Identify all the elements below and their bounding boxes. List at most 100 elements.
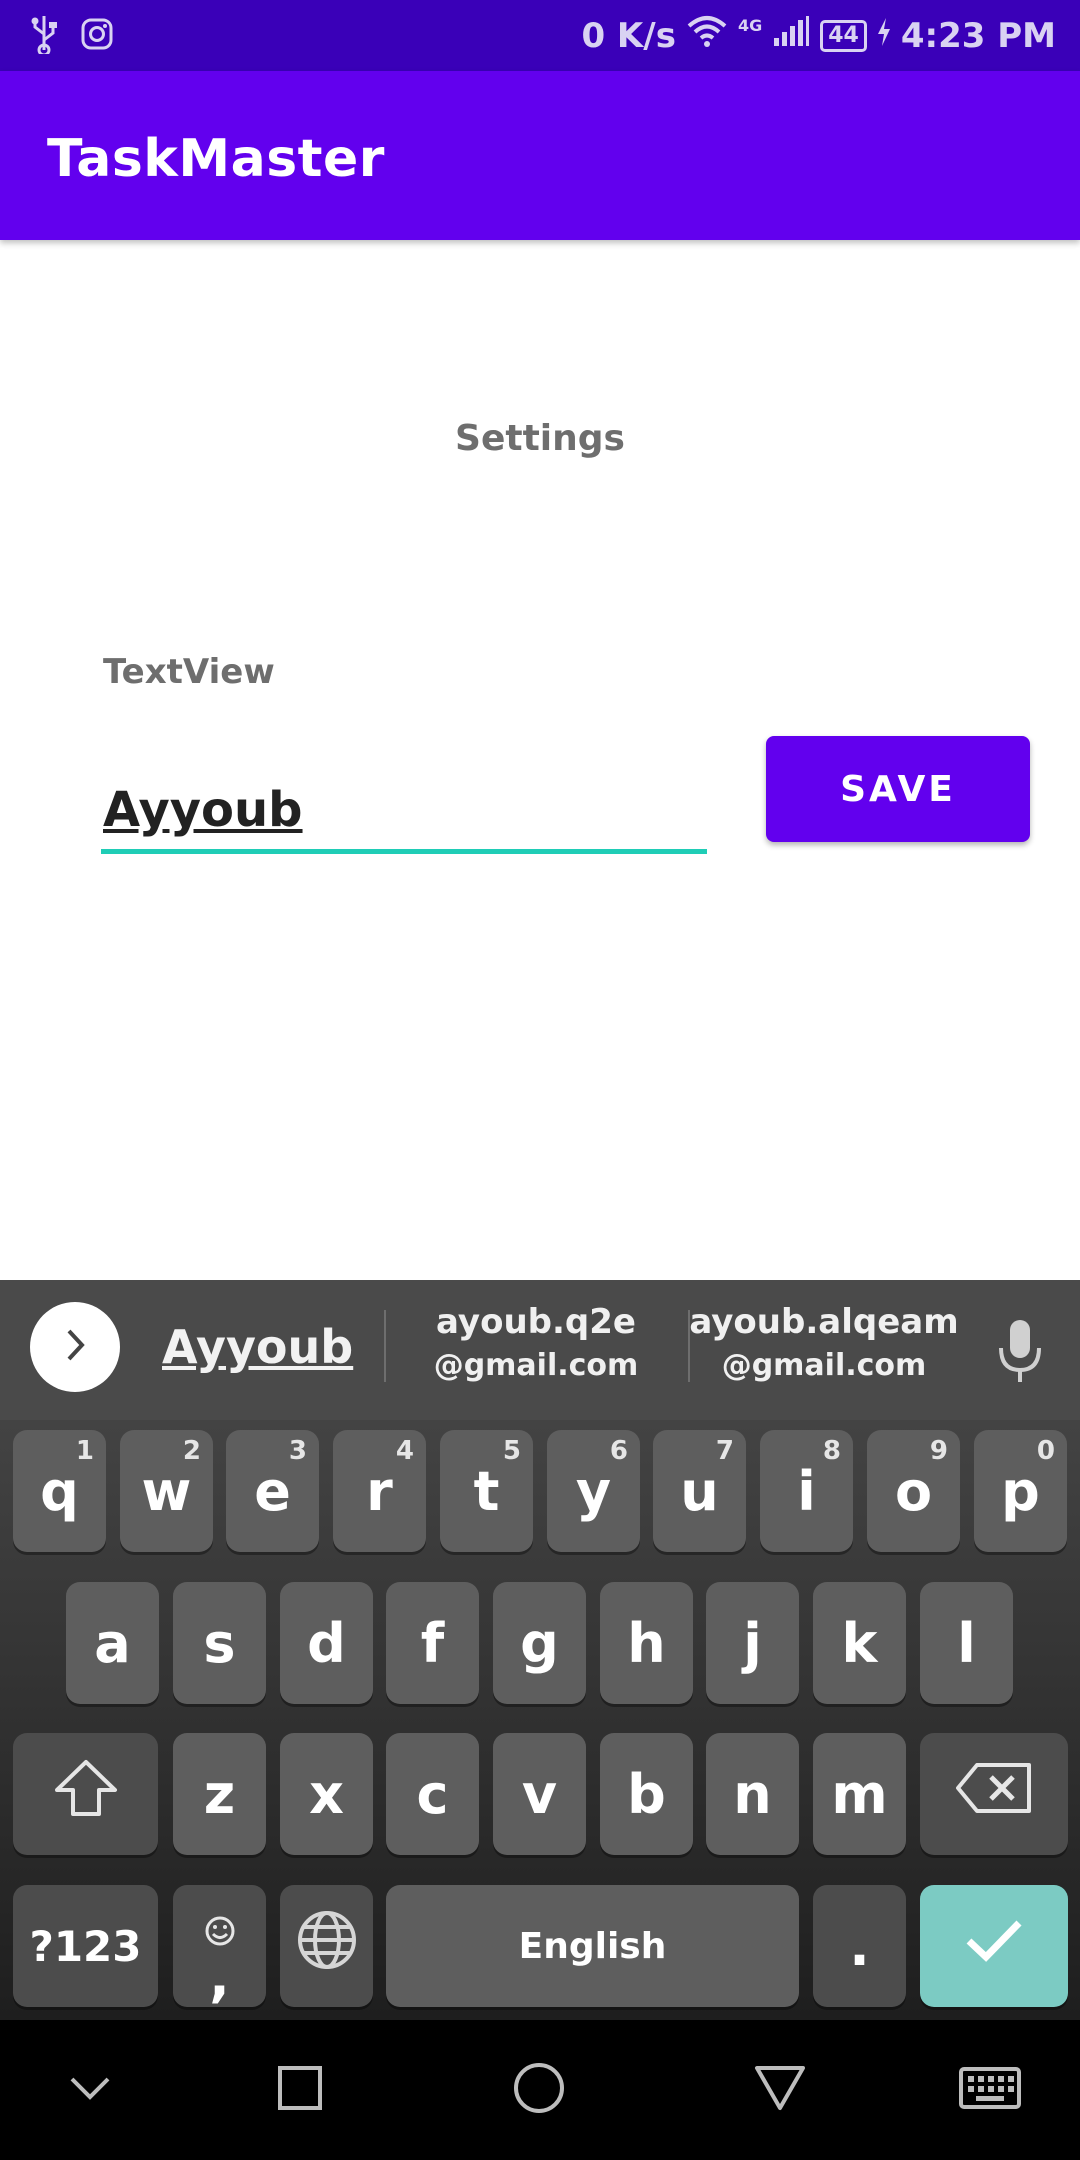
key-g[interactable]: g [493,1582,586,1704]
chevron-right-icon [60,1325,90,1369]
comma-key[interactable]: , [173,1885,266,2007]
period-key[interactable]: . [813,1885,906,2007]
key-v[interactable]: v [493,1733,586,1855]
suggestion-second-line2: @gmail.com [433,1348,639,1383]
hide-keyboard-button[interactable] [60,2060,120,2120]
save-button[interactable]: SAVE [766,736,1030,842]
key-label: u [680,1459,719,1523]
key-z[interactable]: z [173,1733,266,1855]
key-s[interactable]: s [173,1582,266,1704]
network-type: 4G [737,16,763,35]
app-bar: TaskMaster [0,71,1080,240]
square-icon [277,2065,323,2115]
key-hint: 3 [288,1436,307,1466]
shift-icon [51,1758,121,1831]
key-hint: 2 [182,1436,201,1466]
status-right: 0 K/s 4G 44 4:23 PM [581,0,1056,71]
key-label: y [575,1459,612,1523]
key-o[interactable]: o9 [867,1430,960,1552]
checkmark-icon [964,1915,1024,1978]
suggestion-second[interactable]: ayoub.q2e @gmail.com [386,1302,686,1383]
key-p[interactable]: p0 [974,1430,1067,1552]
key-q[interactable]: q1 [13,1430,106,1552]
enter-key[interactable] [920,1885,1068,2007]
backspace-key[interactable] [920,1733,1068,1855]
signal-icon [772,14,810,57]
key-d[interactable]: d [280,1582,373,1704]
key-label: q [40,1459,79,1523]
microphone-icon[interactable] [992,1316,1048,1386]
keyboard-icon [958,2066,1022,2114]
key-label: r [366,1459,393,1523]
key-h[interactable]: h [600,1582,693,1704]
key-label: e [254,1459,291,1523]
suggestion-third[interactable]: ayoub.alqeam @gmail.com [674,1302,974,1383]
suggestion-bar: Ayyoub ayoub.q2e @gmail.com ayoub.alqeam… [0,1280,1080,1420]
key-hint: 6 [609,1436,628,1466]
status-bar: 0 K/s 4G 44 4:23 PM [0,0,1080,71]
home-button[interactable] [509,2060,569,2120]
key-u[interactable]: u7 [653,1430,746,1552]
key-label: p [1001,1459,1040,1523]
keyboard-switch-button[interactable] [958,2060,1022,2120]
key-x[interactable]: x [280,1733,373,1855]
key-hint: 4 [395,1436,414,1466]
circle-icon [512,2061,566,2119]
comma-label: , [209,1945,230,2009]
key-f[interactable]: f [386,1582,479,1704]
key-m[interactable]: m [813,1733,906,1855]
key-n[interactable]: n [706,1733,799,1855]
instagram-icon [80,17,114,55]
symbols-key[interactable]: ?123 [13,1885,158,2007]
key-r[interactable]: r4 [333,1430,426,1552]
key-hint: 0 [1036,1436,1055,1466]
backspace-icon [955,1761,1033,1828]
app-title: TaskMaster [47,129,385,189]
key-y[interactable]: y6 [547,1430,640,1552]
suggestion-third-line2: @gmail.com [721,1348,927,1383]
space-key[interactable]: English [386,1885,799,2007]
key-a[interactable]: a [66,1582,159,1704]
recents-button[interactable] [270,2060,330,2120]
key-w[interactable]: w2 [120,1430,213,1552]
keyboard: Ayyoub ayoub.q2e @gmail.com ayoub.alqeam… [0,1280,1080,2020]
suggestion-expand-button[interactable] [30,1302,120,1392]
clock: 4:23 PM [900,15,1056,56]
key-e[interactable]: e3 [226,1430,319,1552]
key-i[interactable]: i8 [760,1430,853,1552]
charging-icon [877,16,891,56]
battery-level: 44 [828,22,859,48]
language-key[interactable] [280,1885,373,2007]
key-k[interactable]: k [813,1582,906,1704]
battery-indicator: 44 [820,19,867,52]
key-hint: 1 [75,1436,94,1466]
suggestion-primary[interactable]: Ayyoub [162,1320,353,1374]
shift-key[interactable] [13,1733,158,1855]
key-label: w [141,1459,192,1523]
key-label: i [797,1459,816,1523]
network-speed: 0 K/s [581,15,676,56]
back-button[interactable] [750,2060,810,2120]
wifi-icon [686,14,728,57]
key-label: t [473,1459,500,1523]
triangle-back-icon [753,2064,807,2116]
usb-icon [30,14,58,58]
suggestion-third-line1: ayoub.alqeam [689,1302,959,1342]
key-b[interactable]: b [600,1733,693,1855]
chevron-down-icon [68,2073,112,2107]
key-hint: 8 [822,1436,841,1466]
name-input[interactable] [101,770,707,854]
page-title: Settings [455,418,625,459]
key-label: o [894,1459,933,1523]
key-hint: 7 [715,1436,734,1466]
key-l[interactable]: l [920,1582,1013,1704]
navigation-bar [0,2020,1080,2160]
status-left [30,14,114,58]
suggestion-second-line1: ayoub.q2e [436,1302,636,1342]
globe-icon [296,1909,358,1984]
key-hint: 5 [502,1436,521,1466]
key-j[interactable]: j [706,1582,799,1704]
key-c[interactable]: c [386,1733,479,1855]
key-t[interactable]: t5 [440,1430,533,1552]
key-hint: 9 [929,1436,948,1466]
